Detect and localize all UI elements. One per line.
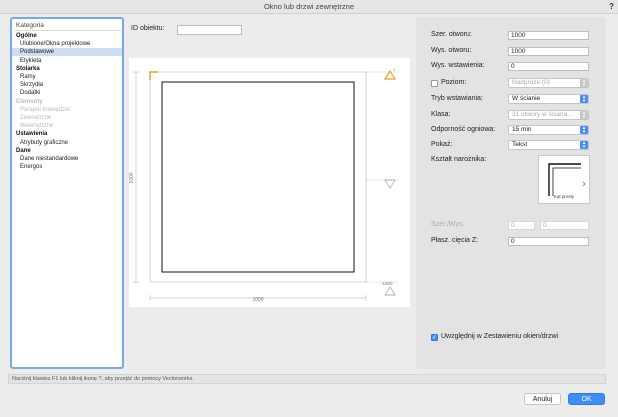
category-tree-header: Kategoria xyxy=(14,21,122,31)
show-label: Pokaż: xyxy=(431,141,453,148)
corner-marker-icon xyxy=(149,71,158,80)
height-input[interactable]: 1000 xyxy=(508,47,589,56)
tree-item-13[interactable]: Atrybuty graficzne xyxy=(12,139,122,147)
top-level-tag: 0 xyxy=(393,67,396,72)
insert-mode-label: Tryb wstawiania: xyxy=(431,95,483,102)
select-stepper-icon: ▴ ▾ xyxy=(580,111,588,119)
level-select-value: Nadproże (0) xyxy=(512,79,550,86)
bottom-level-triangle-icon xyxy=(384,286,396,296)
object-id-input[interactable] xyxy=(177,25,242,35)
tree-item-15[interactable]: Dane niestandardowe xyxy=(12,155,122,163)
schedule-label: Uwzględnij w Zestawieniu okien/drzwi xyxy=(441,333,559,340)
category-tree[interactable]: Kategoria Ogólne Ulubione/Okna projektowe… xyxy=(10,17,124,369)
width-label: Szer. otworu: xyxy=(431,31,472,38)
opening-rect xyxy=(161,81,355,273)
ratio-height-input[interactable]: 0 xyxy=(540,221,589,230)
show-select[interactable]: Tekst ▴ ▾ xyxy=(508,140,589,150)
tree-item-10: Zewnętrzne xyxy=(20,115,52,121)
fire-resistance-select[interactable]: 15 min ▴ ▾ xyxy=(508,125,589,135)
ok-button[interactable]: OK xyxy=(568,393,605,405)
window-title: Okno lub drzwi zewnętrzne xyxy=(263,2,355,11)
class-select-value: 31 otwory w ściana... xyxy=(512,111,573,118)
tree-item-5[interactable]: Ramy xyxy=(12,73,122,81)
level-select[interactable]: Nadproże (0) ▴ ▾ xyxy=(508,78,589,88)
cancel-button[interactable]: Anuluj xyxy=(524,393,561,405)
tree-item-0[interactable]: Ogólne xyxy=(12,32,122,40)
width-dimension-text: 1000 xyxy=(252,297,263,303)
class-select[interactable]: 31 otwory w ściana... ▴ ▾ xyxy=(508,110,589,120)
fire-resistance-label: Odporność ogniowa: xyxy=(431,126,496,133)
fire-resistance-select-value: 15 min xyxy=(512,126,532,133)
tree-item-11: Wewnętrzne xyxy=(20,123,54,130)
select-stepper-icon: ▴ ▾ xyxy=(580,79,588,87)
tree-item-2[interactable]: Podstawowe xyxy=(12,48,122,57)
bottom-level-text: -1000 xyxy=(381,281,393,286)
object-id-label: ID obiektu: xyxy=(131,25,165,32)
level-checkbox[interactable] xyxy=(431,80,438,87)
opening-preview-drawing: 1000 1000 0 -1000 xyxy=(129,67,399,303)
corner-shape-label: Kształt narożnika: xyxy=(431,156,487,163)
tree-item-12[interactable]: Ustawienia xyxy=(12,130,122,138)
select-stepper-icon: ▴ ▾ xyxy=(580,141,588,149)
tree-item-6[interactable]: Skrzydła xyxy=(12,81,122,89)
ratio-label: Szer./Wys. xyxy=(431,221,465,228)
help-icon[interactable]: ? xyxy=(609,0,614,13)
tree-item-8: Elementy xyxy=(16,98,43,105)
status-bar: Naciśnij klawisz F1 lub kliknij ikonę ?,… xyxy=(8,374,606,384)
select-stepper-icon: ▴ ▾ xyxy=(580,126,588,134)
insert-mode-select-value: W ścianie xyxy=(512,95,541,102)
insert-mode-select[interactable]: W ścianie ▴ ▾ xyxy=(508,94,589,104)
tree-item-1[interactable]: Ulubione/Okna projektowe xyxy=(12,40,122,48)
tree-item-16[interactable]: Energos xyxy=(12,163,122,171)
schedule-checkbox[interactable]: ✓ xyxy=(431,334,438,341)
level-label: Poziom: xyxy=(441,79,467,86)
corner-shape-selector[interactable]: Kąt prosty xyxy=(538,155,590,204)
width-input[interactable]: 1000 xyxy=(508,31,589,40)
tree-item-9: Parapet krawędzie xyxy=(20,106,70,113)
select-stepper-icon: ▴ ▾ xyxy=(580,95,588,103)
cut-plane-label: Płasz. cięcia Z: xyxy=(431,237,479,244)
tree-item-4[interactable]: Stolarka xyxy=(12,65,122,73)
height-label: Wys. otworu: xyxy=(431,47,472,54)
class-label: Klasa: xyxy=(431,111,451,118)
middle-level-triangle-icon xyxy=(384,179,396,189)
opening-preview: 1000 1000 0 -1000 xyxy=(129,58,410,307)
tree-item-7[interactable]: Dodatki xyxy=(12,89,122,97)
ratio-width-input[interactable]: 0 xyxy=(508,221,535,230)
tree-item-3[interactable]: Etykieta xyxy=(12,57,122,65)
insert-height-label: Wys. wstawienia: xyxy=(431,62,485,69)
corner-shape-caption: Kąt prosty xyxy=(553,194,575,199)
show-select-value: Tekst xyxy=(512,141,528,148)
tree-item-14[interactable]: Dane xyxy=(12,147,122,155)
height-dimension-text: 1000 xyxy=(129,172,135,183)
insert-height-input[interactable]: 0 xyxy=(508,62,589,71)
window-titlebar: Okno lub drzwi zewnętrzne ? xyxy=(0,0,618,14)
cut-plane-input[interactable]: 0 xyxy=(508,237,589,246)
